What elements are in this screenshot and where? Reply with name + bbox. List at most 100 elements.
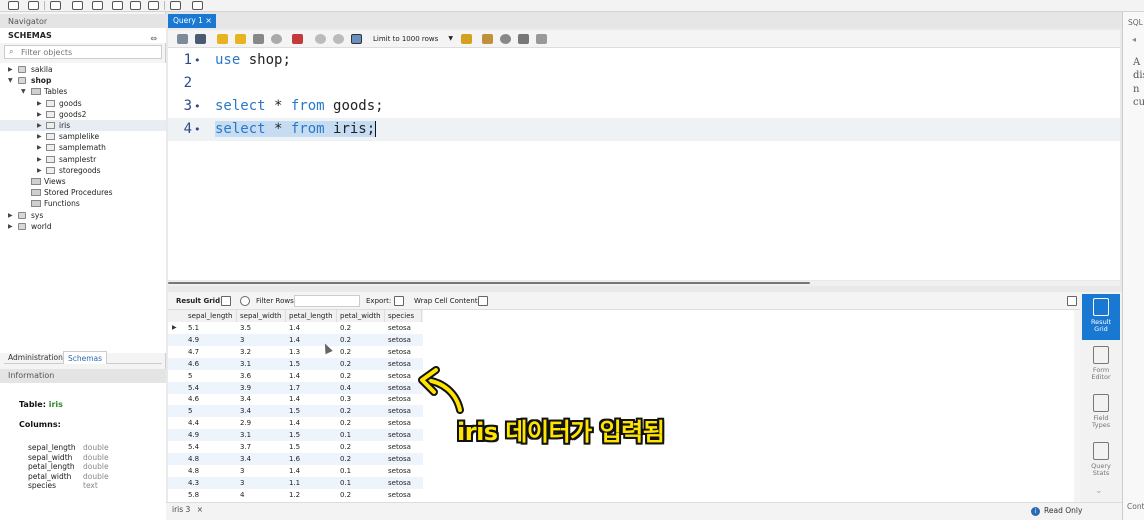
grid-cell[interactable]: 5.4 [185,441,237,453]
chevron-right-icon[interactable]: ▶ [37,109,42,120]
create-schema-icon[interactable] [72,1,83,10]
execute-current-icon[interactable] [235,34,246,44]
grid-cell[interactable]: 4.7 [185,346,237,358]
inspector-icon[interactable] [50,1,61,10]
chevron-right-icon[interactable]: ▶ [37,131,42,142]
grid-cell[interactable]: 0.2 [337,405,385,417]
grid-cell[interactable]: 0.4 [337,382,385,394]
tree-item-samplelike[interactable]: ▶ samplelike [0,131,166,142]
add-snippet-icon[interactable] [461,34,472,44]
table-row[interactable]: 4.6 3.4 1.4 0.3 setosa [168,393,423,405]
chevron-right-icon[interactable]: ▶ [8,221,13,232]
grid-cell[interactable]: 4.8 [185,465,237,477]
grid-cell[interactable]: 0.1 [337,465,385,477]
chevron-right-icon[interactable]: ▶ [8,64,13,75]
tree-item-goods2[interactable]: ▶ goods2 [0,109,166,120]
grid-cell[interactable]: 3 [237,465,286,477]
grid-cell[interactable]: 1.5 [286,441,337,453]
open-file-icon[interactable] [177,34,188,44]
table-row[interactable]: 4.3 3 1.1 0.1 setosa [168,476,423,489]
table-row[interactable]: 4.9 3.1 1.5 0.1 setosa [168,429,423,442]
grid-cell[interactable]: 0.2 [337,441,385,453]
grid-cell[interactable]: setosa [385,334,422,346]
refresh-icon[interactable] [240,296,250,306]
tree-item-sys[interactable]: ▶ sys [0,210,166,221]
grid-cell[interactable]: 3.7 [237,441,286,453]
chevron-down-icon[interactable]: ⌄ [1095,486,1103,496]
create-procedure-icon[interactable] [130,1,141,10]
grid-cell[interactable]: 1.6 [286,453,337,465]
code-line[interactable]: 4 • select * from iris; [168,118,1120,141]
grid-cell[interactable]: 5.4 [185,382,237,394]
grid-cell[interactable]: 1.2 [286,489,337,501]
grid-cell[interactable]: setosa [385,322,422,334]
tree-item-views[interactable]: Views [0,176,166,187]
chevron-right-icon[interactable]: ▶ [37,165,42,176]
grid-cell[interactable]: 4.8 [185,453,237,465]
grid-cell[interactable]: 1.4 [286,322,337,334]
grid-cell[interactable]: setosa [385,441,422,453]
chevron-right-icon[interactable]: ▶ [37,120,42,131]
tree-item-iris[interactable]: ▶ iris [0,120,166,131]
grid-view-icon[interactable] [221,296,231,306]
search-table-data-icon[interactable] [170,1,181,10]
grid-cell[interactable]: 3.1 [237,358,286,370]
grid-cell[interactable]: 5.8 [185,489,237,501]
chevron-left-icon[interactable]: ◂ [1132,35,1136,44]
wrap-lines-icon[interactable] [536,34,547,44]
chevron-right-icon[interactable]: ▶ [37,154,42,165]
code-line[interactable]: 3 • select * from goods; [168,95,1120,118]
grid-cell[interactable]: setosa [385,465,422,477]
grid-cell[interactable]: 1.5 [286,405,337,417]
new-sql-tab-icon[interactable] [8,1,19,10]
save-icon[interactable] [195,34,206,44]
grid-cell[interactable]: 0.2 [337,334,385,346]
grid-cell[interactable]: 3.4 [237,453,286,465]
grid-cell[interactable]: 5 [185,370,237,382]
beautify-icon[interactable] [482,34,493,44]
chevron-right-icon[interactable]: ▶ [37,142,42,153]
side-button-form-editor[interactable]: Form Editor [1082,342,1120,388]
chevron-right-icon[interactable]: ▶ [8,210,13,221]
grid-cell[interactable]: 3.2 [237,346,286,358]
close-tab-icon[interactable]: × [205,14,212,28]
table-row[interactable]: 4.7 3.2 1.3 0.2 setosa [168,346,423,358]
grid-cell[interactable]: 1.4 [286,370,337,382]
tree-item-stored-procedures[interactable]: Stored Procedures [0,187,166,198]
table-row[interactable]: 4.6 3.1 1.5 0.2 setosa [168,357,423,370]
tree-item-goods[interactable]: ▶ goods [0,98,166,109]
grid-cell[interactable]: 1.4 [286,393,337,405]
find-icon[interactable] [500,34,511,44]
grid-cell[interactable]: 0.1 [337,477,385,489]
column-header-petal-length[interactable]: petal_length [286,310,337,322]
tree-item-shop[interactable]: ▼ shop [0,75,166,86]
table-row[interactable]: 4.9 3 1.4 0.2 setosa [168,333,423,346]
grid-cell[interactable]: 3 [237,477,286,489]
create-table-icon[interactable] [92,1,103,10]
filter-objects-field[interactable]: ⌕ [4,45,162,59]
grid-cell[interactable]: 0.2 [337,358,385,370]
editor-horizontal-scrollbar[interactable] [168,281,1120,286]
tree-item-sakila[interactable]: ▶ sakila [0,64,166,75]
table-row[interactable]: 5.4 3.9 1.7 0.4 setosa [168,381,423,394]
grid-cell[interactable]: setosa [385,429,422,441]
table-row[interactable]: 5 3.6 1.4 0.2 setosa [168,370,423,382]
grid-cell[interactable]: setosa [385,477,422,489]
autocommit-icon[interactable] [351,34,362,44]
grid-cell[interactable]: 0.2 [337,453,385,465]
table-row[interactable]: 5.8 4 1.2 0.2 setosa [168,489,423,501]
limit-rows-select[interactable]: Limit to 1000 rows ▼ [373,34,455,44]
tree-item-tables[interactable]: ▼ Tables [0,86,166,97]
commit-icon[interactable] [315,34,326,44]
result-tab-iris[interactable]: iris 3 × [172,505,203,514]
create-function-icon[interactable] [148,1,159,10]
grid-cell[interactable]: 3.5 [237,322,286,334]
grid-cell[interactable]: 5 [185,405,237,417]
table-row[interactable]: 5.4 3.7 1.5 0.2 setosa [168,441,423,453]
side-button-result-grid[interactable]: Result Grid [1082,294,1120,340]
grid-cell[interactable]: 1.7 [286,382,337,394]
tree-item-storegoods[interactable]: ▶ storegoods [0,165,166,176]
grid-cell[interactable]: 4.9 [185,334,237,346]
grid-cell[interactable]: 1.1 [286,477,337,489]
wrap-cell-icon[interactable] [478,296,488,306]
